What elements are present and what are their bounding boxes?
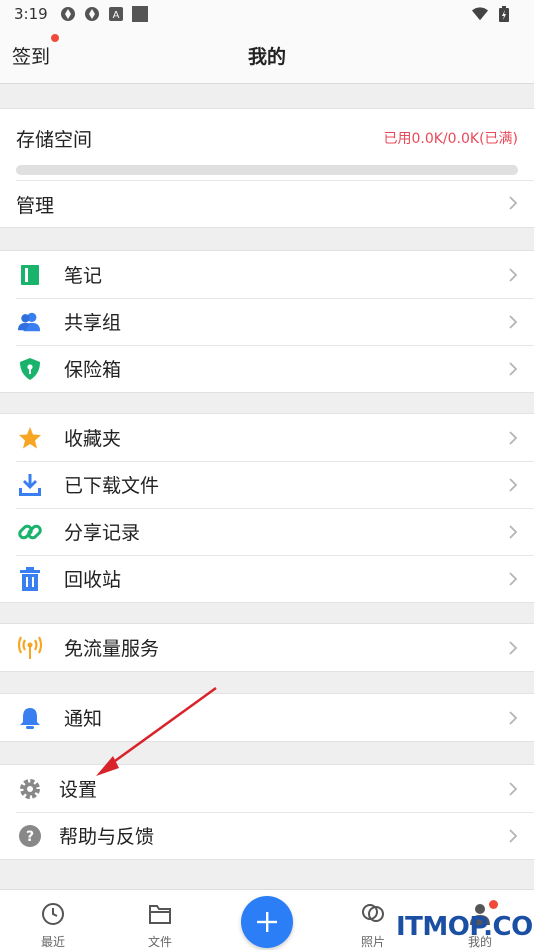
download-icon (18, 473, 42, 497)
menu-item-label: 收藏夹 (64, 428, 122, 450)
menu-item-label: 帮助与反馈 (59, 826, 155, 848)
svg-text:A: A (112, 10, 119, 21)
add-button[interactable] (241, 896, 293, 948)
bell-icon (18, 706, 42, 730)
plus-icon (257, 912, 277, 932)
notebook-icon (18, 263, 42, 287)
svg-text:?: ? (26, 829, 34, 845)
gear-icon (18, 777, 42, 801)
status-time: 3:19 (14, 5, 48, 23)
square-notification-icon (131, 6, 148, 22)
users-icon (18, 310, 42, 334)
menu-item-label: 分享记录 (64, 522, 141, 544)
menu-group-tools: 笔记 共享组 保险箱 (0, 250, 534, 393)
chevron-right-icon (508, 781, 518, 797)
text-notification-icon: A (108, 6, 124, 22)
storage-card: 存储空间 已用0.0K/0.0K(已满) 管理 (0, 108, 534, 228)
menu-item-notifications[interactable]: 通知 (0, 694, 534, 741)
status-bar: 3:19 A (0, 0, 534, 28)
chevron-right-icon (508, 195, 518, 211)
app-header: 签到 我的 (0, 28, 534, 84)
menu-item-recycle-bin[interactable]: 回收站 (0, 555, 534, 602)
menu-item-free-data-service[interactable]: 免流量服务 (0, 624, 534, 671)
menu-item-label: 通知 (64, 708, 103, 730)
link-icon (18, 520, 42, 544)
tab-badge-dot (489, 900, 498, 909)
chevron-right-icon (508, 710, 518, 726)
manage-storage-button[interactable]: 管理 (16, 191, 54, 218)
folder-icon (149, 905, 171, 924)
menu-item-label: 设置 (59, 779, 98, 801)
chevron-right-icon (508, 524, 518, 540)
menu-item-label: 共享组 (64, 312, 122, 334)
app-notification-icon (60, 6, 76, 22)
menu-item-label: 保险箱 (64, 359, 122, 381)
storage-label: 存储空间 (16, 129, 93, 151)
signin-badge-dot (51, 34, 59, 42)
menu-item-notes[interactable]: 笔记 (0, 251, 534, 298)
menu-item-label: 笔记 (64, 265, 103, 287)
trash-icon (18, 567, 42, 591)
storage-usage-text: 已用0.0K/0.0K(已满) (383, 131, 518, 147)
storage-progress-fill (16, 165, 518, 175)
photos-icon (362, 904, 384, 922)
menu-item-share-history[interactable]: 分享记录 (0, 508, 534, 555)
menu-item-safe-box[interactable]: 保险箱 (0, 345, 534, 392)
divider (16, 180, 534, 181)
chevron-right-icon (508, 267, 518, 283)
help-icon: ? (18, 824, 42, 848)
menu-item-label: 免流量服务 (64, 638, 160, 660)
watermark: ITMOP.COM (396, 912, 534, 942)
page-title: 我的 (247, 46, 286, 68)
menu-item-label: 已下载文件 (64, 475, 160, 497)
shield-icon (18, 357, 42, 381)
chevron-right-icon (508, 640, 518, 656)
battery-icon (496, 6, 512, 22)
menu-item-shared-group[interactable]: 共享组 (0, 298, 534, 345)
wifi-icon (472, 6, 488, 22)
clock-icon (42, 903, 64, 925)
chevron-right-icon (508, 571, 518, 587)
menu-item-favorites[interactable]: 收藏夹 (0, 414, 534, 461)
star-icon (18, 426, 42, 450)
menu-group-files: 收藏夹 已下载文件 分享记录 回收站 (0, 413, 534, 603)
chevron-right-icon (508, 477, 518, 493)
menu-item-settings[interactable]: 设置 (0, 765, 534, 812)
chevron-right-icon (508, 361, 518, 377)
tab-label: 最近 (40, 935, 65, 949)
menu-item-downloaded-files[interactable]: 已下载文件 (0, 461, 534, 508)
tab-label: 文件 (147, 935, 172, 949)
tab-files[interactable]: 文件 (120, 890, 200, 950)
menu-group-data-service: 免流量服务 (0, 623, 534, 672)
menu-item-help-feedback[interactable]: ? 帮助与反馈 (0, 812, 534, 859)
menu-group-notifications: 通知 (0, 693, 534, 742)
signal-icon (18, 636, 42, 660)
storage-progress-bar (16, 165, 518, 175)
app-notification-icon (84, 6, 100, 22)
tab-recent[interactable]: 最近 (13, 890, 93, 950)
chevron-right-icon (508, 430, 518, 446)
chevron-right-icon (508, 828, 518, 844)
chevron-right-icon (508, 314, 518, 330)
menu-item-label: 回收站 (64, 569, 122, 591)
menu-group-settings: 设置 ? 帮助与反馈 (0, 764, 534, 860)
